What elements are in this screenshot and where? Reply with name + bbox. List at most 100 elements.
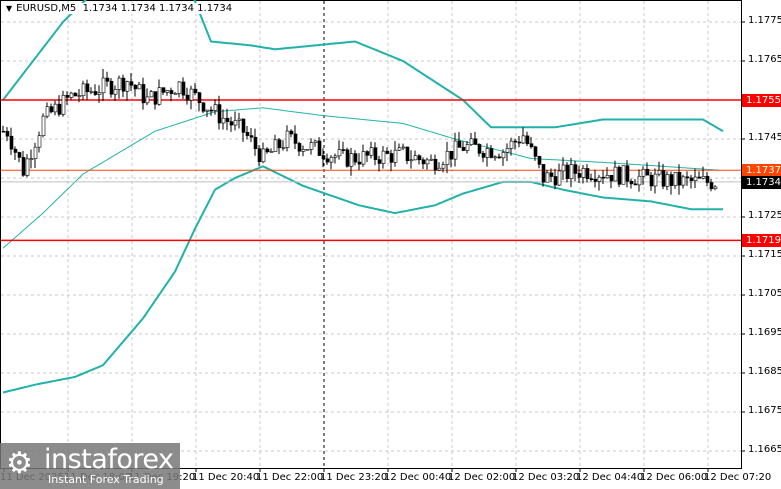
candle-body (13, 148, 18, 153)
candle-body (641, 168, 646, 177)
x-tick-label: 12 Dec 04:40 (576, 472, 644, 483)
level-label-1719: 1.1719 (742, 234, 781, 248)
x-tick-label: 12 Dec 03:20 (512, 472, 580, 483)
x-tick-label: 11 Dec 20:40 (192, 472, 260, 483)
candle-body (677, 172, 682, 186)
candle-body (545, 172, 550, 183)
candle-body (673, 172, 678, 186)
y-tick-label: 1.1745 (748, 132, 781, 143)
candle-body (501, 152, 506, 159)
candle-body (277, 139, 282, 148)
candle-body (301, 149, 306, 152)
candle-body (617, 166, 622, 185)
candle-body (269, 151, 274, 153)
y-tick-label: 1.1685 (748, 366, 781, 377)
ohlc-values: 1.1734 1.1734 1.1734 1.1734 (82, 3, 233, 14)
candle-body (397, 147, 402, 151)
candle-body (637, 175, 642, 186)
dropdown-triangle-icon[interactable]: ▼ (6, 4, 12, 13)
x-tick-label: 12 Dec 07:20 (704, 472, 772, 483)
candle-body (357, 161, 362, 165)
candle-body (221, 117, 226, 124)
candle-body (201, 102, 206, 112)
candle-body (237, 118, 242, 121)
candle-body (585, 168, 590, 179)
candle-body (621, 165, 626, 185)
y-tick-label: 1.1705 (748, 288, 781, 299)
candle-body (29, 158, 34, 160)
candle-body (669, 174, 674, 186)
candle-body (97, 92, 102, 95)
candle-body (137, 84, 142, 90)
candle-body (25, 158, 30, 176)
candle-body (309, 142, 314, 150)
candle-body (349, 153, 354, 167)
candle-body (181, 81, 186, 96)
candle-body (377, 159, 382, 164)
candle-body (229, 121, 234, 126)
current-price-label: 1.1734 (742, 175, 781, 189)
candle-body (249, 135, 254, 138)
candle-body (465, 144, 470, 151)
candle-body (169, 90, 174, 94)
y-tick-label: 1.1675 (748, 405, 781, 416)
gear-logo-icon: ⚙ (6, 446, 33, 481)
candle-body (213, 104, 218, 111)
candle-body (121, 77, 126, 92)
candle-body (161, 87, 166, 93)
candle-body (57, 103, 62, 115)
candle-body (629, 180, 634, 185)
price-chart[interactable] (0, 0, 781, 489)
candle-body (373, 147, 378, 160)
chart-title: ▼ EURUSD,M5 1.1734 1.1734 1.1734 1.1734 (4, 3, 235, 14)
candle-body (541, 164, 546, 183)
candle-body (81, 83, 86, 96)
candle-body (253, 136, 258, 149)
candle-body (1, 130, 6, 133)
candle-body (477, 144, 482, 154)
candle-body (333, 155, 338, 158)
candle-body (489, 148, 494, 158)
candle-body (369, 147, 374, 156)
candle-body (61, 94, 66, 115)
candle-body (401, 146, 406, 149)
symbol-label: EURUSD,M5 (16, 3, 77, 14)
candle-body (257, 148, 262, 163)
candle-body (449, 150, 454, 160)
candle-body (145, 96, 150, 104)
candle-body (561, 164, 566, 172)
plot-frame (0, 0, 742, 469)
candle-body (261, 148, 266, 163)
y-tick-label: 1.1715 (748, 249, 781, 260)
candle-body (265, 148, 270, 153)
candle-body (661, 170, 666, 187)
candle-body (457, 140, 462, 148)
candle-body (481, 153, 486, 158)
candle-body (193, 88, 198, 93)
candle-body (125, 81, 130, 92)
candle-body (509, 140, 514, 149)
candle-body (109, 80, 114, 95)
level-label-1755: 1.1755 (742, 94, 781, 107)
candle-body (593, 178, 598, 182)
candle-body (613, 166, 618, 182)
candle-body (421, 159, 426, 165)
candle-body (517, 141, 522, 144)
candle-body (205, 109, 210, 112)
candle-body (469, 138, 474, 145)
candle-body (129, 81, 134, 86)
candle-body (569, 164, 574, 179)
y-tick-label: 1.1695 (748, 327, 781, 338)
x-tick-label: 12 Dec 02:00 (448, 472, 516, 483)
candle-body (513, 140, 518, 143)
candle-body (405, 146, 410, 162)
candle-body (233, 120, 238, 126)
candle-body (165, 90, 170, 93)
candle-body (409, 159, 414, 162)
candle-body (85, 83, 90, 93)
candle-body (605, 175, 610, 179)
candle-body (565, 164, 570, 179)
candle-body (157, 87, 162, 105)
candle-body (113, 89, 118, 95)
candle-body (289, 130, 294, 135)
